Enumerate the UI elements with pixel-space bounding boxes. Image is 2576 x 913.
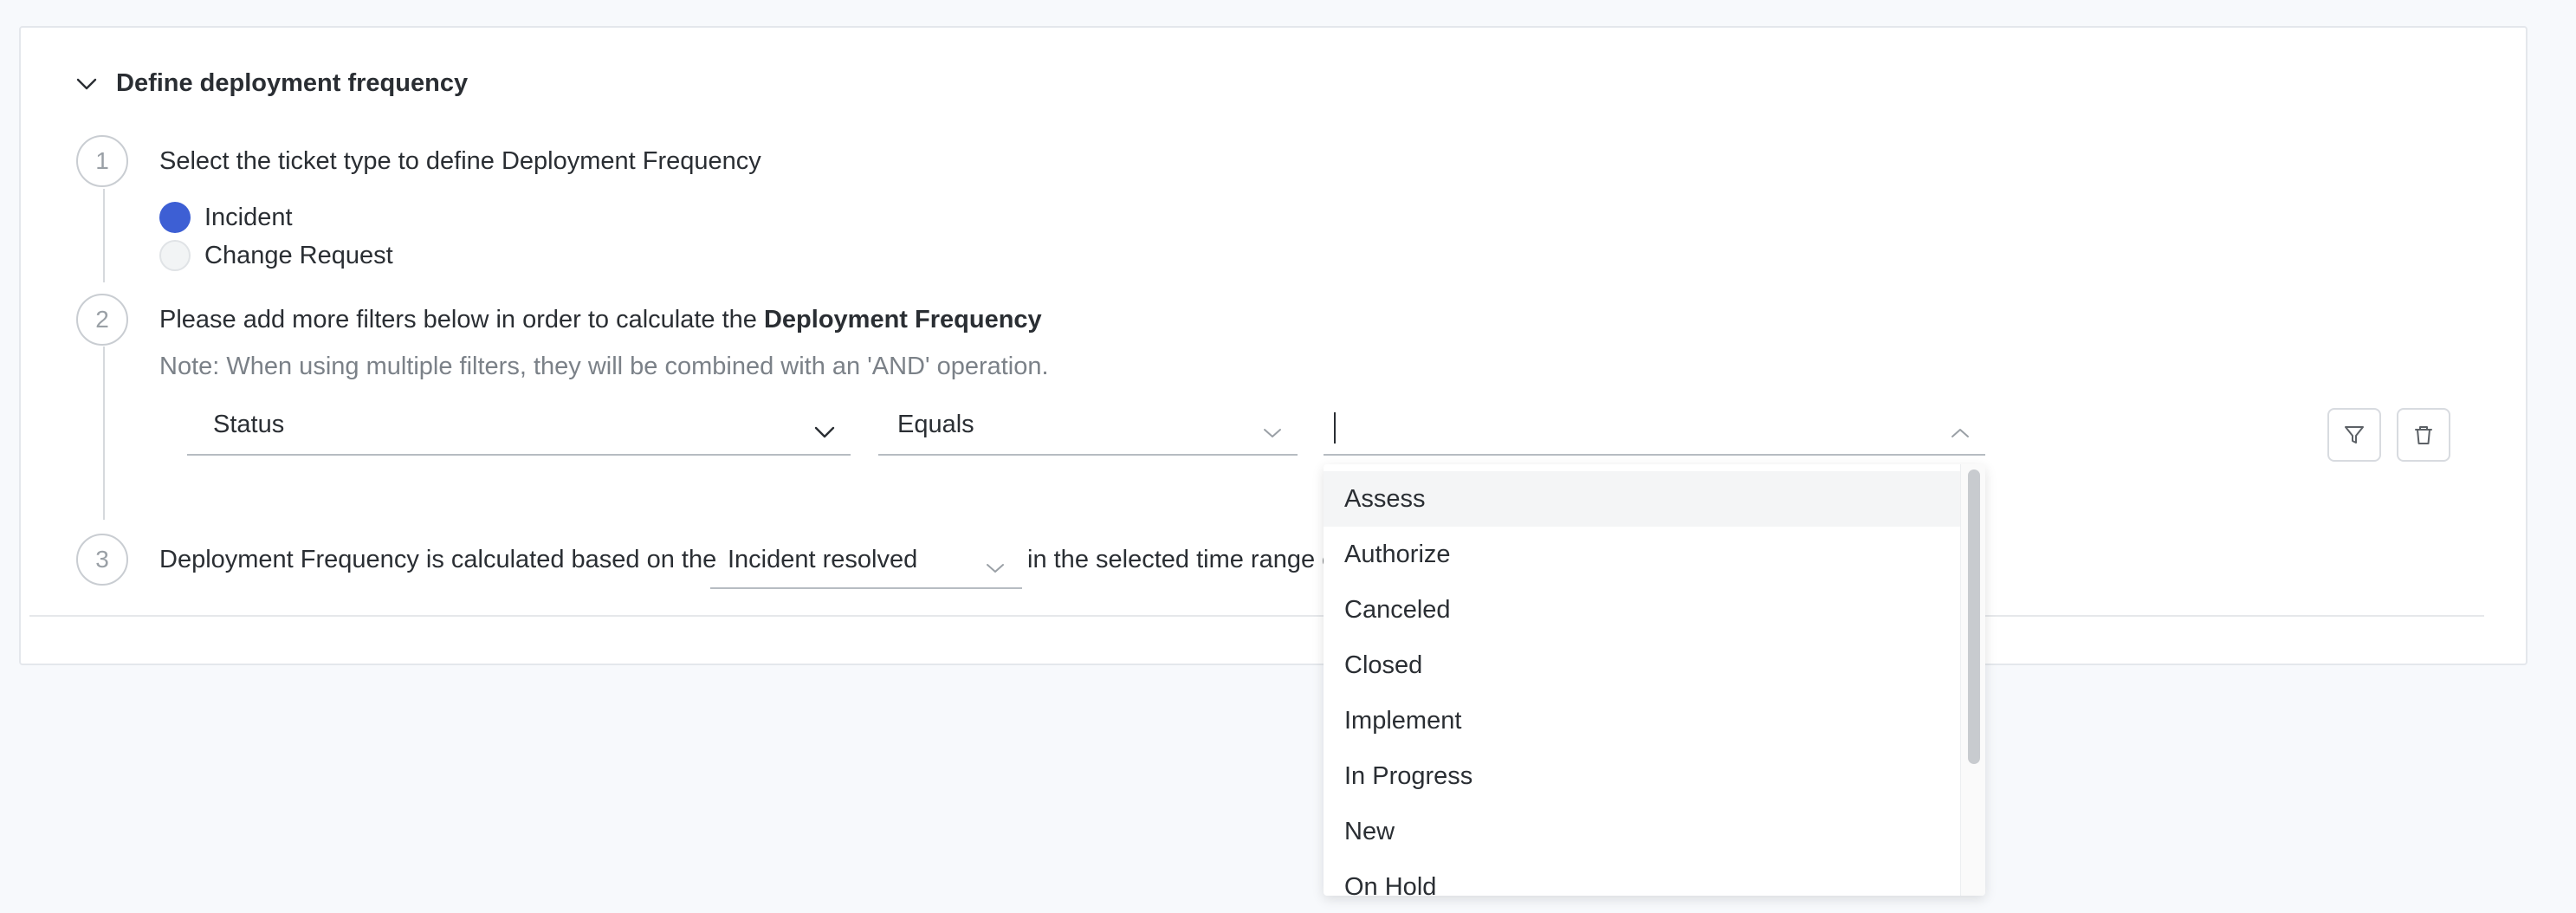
chevron-up-icon bbox=[1951, 418, 1970, 446]
step-connector bbox=[103, 189, 105, 282]
dropdown-option[interactable]: Assess bbox=[1324, 471, 1961, 527]
dropdown-option[interactable]: In Progress bbox=[1324, 748, 1961, 804]
step-number-1: 1 bbox=[76, 135, 128, 187]
dropdown-option[interactable]: Closed bbox=[1324, 638, 1961, 693]
radio-label: Change Request bbox=[204, 241, 393, 269]
status-options-dropdown: Assess Authorize Canceled Closed Impleme… bbox=[1324, 464, 1985, 896]
radio-button-selected[interactable] bbox=[159, 202, 191, 233]
trash-icon bbox=[2415, 426, 2432, 444]
step-2-text: Please add more filters below in order t… bbox=[159, 306, 1042, 334]
dropdown-option[interactable]: Implement bbox=[1324, 693, 1961, 748]
step-2-text-prefix: Please add more filters below in order t… bbox=[159, 306, 764, 333]
radio-label: Incident bbox=[204, 203, 293, 231]
chevron-down-icon bbox=[814, 418, 835, 446]
step-number-2: 2 bbox=[76, 294, 128, 346]
divider bbox=[29, 615, 2484, 617]
section-title: Define deployment frequency bbox=[116, 69, 469, 97]
filter-field-select[interactable]: Status bbox=[187, 405, 851, 456]
chevron-down-icon bbox=[986, 553, 1005, 581]
step-3-text-suffix: in the selected time range c bbox=[1027, 546, 1335, 573]
step-number-3: 3 bbox=[76, 534, 128, 586]
delete-filter-button[interactable] bbox=[2397, 408, 2450, 462]
dropdown-option[interactable]: On Hold bbox=[1324, 859, 1961, 897]
dropdown-scrollbar-thumb[interactable] bbox=[1968, 469, 1980, 764]
filter-operator-value: Equals bbox=[897, 411, 974, 438]
filter-operator-select[interactable]: Equals bbox=[878, 405, 1298, 456]
filter-button[interactable] bbox=[2327, 408, 2381, 462]
calculation-basis-select[interactable]: Incident resolved bbox=[710, 539, 1022, 589]
step-1-text: Select the ticket type to define Deploym… bbox=[159, 147, 761, 175]
radio-button-unselected[interactable] bbox=[159, 240, 191, 271]
section-header: Define deployment frequency bbox=[74, 69, 468, 98]
dropdown-option[interactable]: New bbox=[1324, 804, 1961, 859]
dropdown-option[interactable]: Authorize bbox=[1324, 527, 1961, 582]
filter-value-input[interactable] bbox=[1324, 405, 1985, 456]
chevron-down-icon bbox=[1263, 418, 1282, 446]
dropdown-scrollbar[interactable] bbox=[1960, 464, 1985, 896]
text-cursor bbox=[1334, 412, 1336, 444]
step-3-text-prefix: Deployment Frequency is calculated based… bbox=[159, 546, 717, 573]
filter-note: Note: When using multiple filters, they … bbox=[159, 353, 1049, 380]
step-connector bbox=[103, 346, 105, 520]
filter-field-value: Status bbox=[213, 411, 285, 438]
dropdown-option[interactable]: Canceled bbox=[1324, 582, 1961, 638]
calculation-basis-value: Incident resolved bbox=[728, 546, 918, 573]
radio-change-request[interactable]: Change Request bbox=[159, 240, 393, 271]
filter-icon bbox=[2345, 426, 2364, 444]
step-2-text-bold: Deployment Frequency bbox=[763, 306, 1042, 333]
radio-incident[interactable]: Incident bbox=[159, 202, 293, 233]
chevron-down-icon[interactable] bbox=[74, 72, 99, 96]
